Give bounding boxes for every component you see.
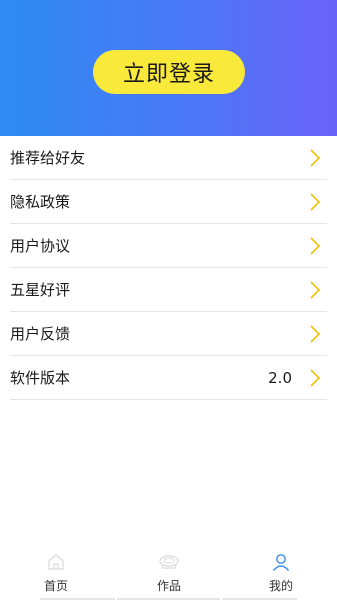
menu-item-label: 用户反馈 bbox=[10, 325, 71, 343]
login-button[interactable]: 立即登录 bbox=[93, 50, 245, 94]
menu-item-label: 隐私政策 bbox=[10, 193, 71, 211]
menu-item-privacy[interactable]: 隐私政策 bbox=[10, 180, 327, 224]
menu-item-recommend[interactable]: 推荐给好友 bbox=[10, 136, 327, 180]
version-value: 2.0 bbox=[268, 368, 292, 387]
chevron-right-icon bbox=[310, 149, 321, 167]
menu-item-version[interactable]: 软件版本 2.0 bbox=[10, 356, 327, 400]
chevron-right-icon bbox=[310, 281, 321, 299]
profile-header: 立即登录 bbox=[0, 0, 337, 136]
tab-mine[interactable]: 我的 bbox=[242, 548, 320, 600]
bottom-tab-bar: 首页 作品 我的 bbox=[0, 548, 337, 600]
menu-item-label: 用户协议 bbox=[10, 237, 71, 255]
works-icon bbox=[159, 555, 179, 569]
chevron-right-icon bbox=[310, 237, 321, 255]
chevron-right-icon bbox=[310, 325, 321, 343]
tab-label: 我的 bbox=[268, 579, 293, 593]
profile-icon bbox=[272, 554, 290, 571]
home-icon bbox=[48, 554, 64, 570]
menu-item-label: 推荐给好友 bbox=[10, 149, 86, 167]
menu-item-feedback[interactable]: 用户反馈 bbox=[10, 312, 327, 356]
chevron-right-icon bbox=[310, 369, 321, 387]
settings-menu: 推荐给好友 隐私政策 用户协议 五星好评 用户反馈 软件版本 2.0 bbox=[0, 136, 337, 400]
chevron-right-icon bbox=[310, 193, 321, 211]
menu-item-label: 软件版本 bbox=[10, 369, 71, 387]
tab-home[interactable]: 首页 bbox=[17, 548, 95, 600]
tab-works[interactable]: 作品 bbox=[130, 548, 208, 600]
tab-label: 首页 bbox=[43, 579, 68, 593]
menu-item-label: 五星好评 bbox=[10, 281, 71, 299]
menu-item-agreement[interactable]: 用户协议 bbox=[10, 224, 327, 268]
menu-item-rating[interactable]: 五星好评 bbox=[10, 268, 327, 312]
tab-label: 作品 bbox=[156, 579, 181, 593]
